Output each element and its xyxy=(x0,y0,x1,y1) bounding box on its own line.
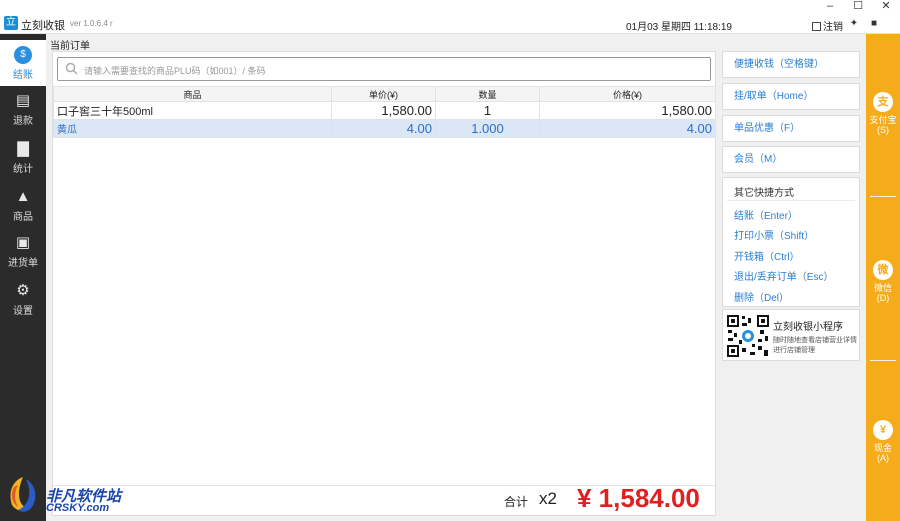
logout-icon xyxy=(812,22,821,31)
cell-product: 口子窖三十年500ml xyxy=(53,101,332,120)
search-placeholder: 请输入需要查找的商品PLU码（如001）/ 条码 xyxy=(84,66,266,76)
column-header-price: 价格(¥) xyxy=(539,86,716,102)
order-panel: 请输入需要查找的商品PLU码（如001）/ 条码 商品 单价(¥) 数量 价格(… xyxy=(52,51,716,516)
table-row[interactable]: 口子窖三十年500ml 1,580.00 1 1,580.00 xyxy=(53,101,716,120)
pin-icon[interactable]: ✦ xyxy=(847,17,861,31)
cell-quantity[interactable]: 1 xyxy=(435,101,540,120)
member-button[interactable]: 会员（M） xyxy=(722,146,860,173)
cell-price: 1,580.00 xyxy=(539,101,716,120)
wechat-pay-button[interactable]: 微 微信 (D) xyxy=(866,260,900,303)
total-amount: ¥ 1,584.00 xyxy=(577,483,700,513)
payment-shortcut: (A) xyxy=(877,453,889,463)
cash-icon: ¥ xyxy=(873,420,893,440)
logout-label: 注销 xyxy=(823,22,843,33)
title-bar: 立 立刻收银 ver 1.0.6.4 r 01月03 星期四 11:18:19 … xyxy=(0,0,900,34)
app-logo-icon: 立 xyxy=(4,16,18,30)
order-table: 商品 单价(¥) 数量 价格(¥) 口子窖三十年500ml 1,580.00 1… xyxy=(53,86,716,138)
app-version: ver 1.0.6.4 r xyxy=(70,19,113,28)
clipboard-icon: ▤ xyxy=(15,92,31,109)
sidebar-item-label: 进货单 xyxy=(8,258,38,269)
watermark: 非凡软件站 CRSKY.com xyxy=(2,470,132,518)
column-header-unit-price: 单价(¥) xyxy=(331,86,436,102)
basket-icon: ▣ xyxy=(15,234,31,251)
maximize-button[interactable]: ☐ xyxy=(848,0,868,14)
sidebar-item-label: 商品 xyxy=(13,212,33,223)
cell-unit-price: 4.00 xyxy=(331,119,436,138)
sidebar: $ 结账 ▤ 退款 ▇ 统计 ▲ 商品 ▣ 进货单 ⚙ 设置 xyxy=(0,34,46,521)
logout-button[interactable]: 注销 xyxy=(812,18,843,33)
table-row[interactable]: 黄瓜 4.00 1.000 4.00 xyxy=(53,119,716,138)
shortcut-checkout[interactable]: 结账（Enter） xyxy=(734,207,798,222)
minimize-button[interactable]: – xyxy=(820,0,840,14)
shortcut-open-drawer[interactable]: 开钱箱（Ctrl） xyxy=(734,248,800,263)
sidebar-item-settings[interactable]: ⚙ 设置 xyxy=(0,276,46,322)
mini-program-title: 立刻收银小程序 xyxy=(773,322,843,333)
column-header-quantity: 数量 xyxy=(435,86,540,102)
alipay-button[interactable]: 支 支付宝 (S) xyxy=(866,92,900,135)
page-title: 当前订单 xyxy=(50,41,90,52)
shortcut-discard-order[interactable]: 退出/丢弃订单（Esc） xyxy=(734,268,833,283)
total-label: 合计 xyxy=(504,495,529,509)
payment-strip: 支 支付宝 (S) 微 微信 (D) ¥ 现金 (A) xyxy=(866,34,900,521)
search-icon xyxy=(65,62,78,75)
cell-unit-price: 1,580.00 xyxy=(331,101,436,120)
mini-program-card[interactable]: 立刻收银小程序 随时随地查看店铺营业详情进行店铺管理 xyxy=(722,309,860,361)
mini-program-description: 随时随地查看店铺营业详情进行店铺管理 xyxy=(773,337,857,354)
divider xyxy=(727,200,855,201)
sidebar-item-products[interactable]: ▲ 商品 xyxy=(0,182,46,228)
order-area: 当前订单 请输入需要查找的商品PLU码（如001）/ 条码 商品 单价(¥) 数… xyxy=(46,34,716,521)
total-quantity: x2 xyxy=(539,489,557,508)
gear-icon: ⚙ xyxy=(16,282,30,299)
payment-shortcut: (D) xyxy=(876,293,890,303)
payment-label: 支付宝 xyxy=(869,115,897,125)
cell-price: 4.00 xyxy=(539,119,716,138)
payment-label: 现金 xyxy=(873,443,892,453)
payment-shortcut: (S) xyxy=(877,125,889,135)
shortcut-delete[interactable]: 删除（Del） xyxy=(734,289,789,304)
bar-chart-icon: ▇ xyxy=(17,140,29,157)
lock-icon[interactable]: ■ xyxy=(867,17,881,31)
watermark-domain: CRSKY.com xyxy=(46,502,110,514)
sidebar-item-checkout[interactable]: $ 结账 xyxy=(0,40,46,86)
column-header-product: 商品 xyxy=(53,86,332,102)
sidebar-item-stats[interactable]: ▇ 统计 xyxy=(0,134,46,180)
watermark-logo-icon xyxy=(10,477,36,512)
payment-label: 微信 xyxy=(873,283,892,293)
shortcut-print-receipt[interactable]: 打印小票（Shift） xyxy=(734,227,814,242)
cell-product: 黄瓜 xyxy=(53,119,332,138)
app-title: 立刻收银 xyxy=(21,20,65,32)
sidebar-item-label: 统计 xyxy=(13,164,33,175)
sidebar-item-label: 设置 xyxy=(13,306,33,317)
table-header: 商品 单价(¥) 数量 价格(¥) xyxy=(53,86,716,102)
wechat-icon: 微 xyxy=(873,260,893,280)
hold-order-button[interactable]: 挂/取单（Home） xyxy=(722,83,860,110)
cell-quantity[interactable]: 1.000 xyxy=(435,119,540,138)
bag-icon: ▲ xyxy=(15,188,31,205)
coin-icon: $ xyxy=(14,46,32,64)
search-input[interactable]: 请输入需要查找的商品PLU码（如001）/ 条码 xyxy=(57,57,711,81)
sidebar-item-purchase[interactable]: ▣ 进货单 xyxy=(0,228,46,274)
cash-button[interactable]: ¥ 现金 (A) xyxy=(866,420,900,463)
sidebar-item-label: 退款 xyxy=(13,116,33,127)
close-button[interactable]: ✕ xyxy=(876,0,896,14)
quick-pay-button[interactable]: 便捷收钱（空格键） xyxy=(722,51,860,78)
divider xyxy=(870,196,896,197)
datetime-display: 01月03 星期四 11:18:19 xyxy=(626,22,732,33)
qr-code-icon xyxy=(726,314,770,358)
quick-shortcuts: 其它快捷方式 结账（Enter） 打印小票（Shift） 开钱箱（Ctrl） 退… xyxy=(722,177,860,307)
sidebar-item-refund[interactable]: ▤ 退款 xyxy=(0,86,46,132)
divider xyxy=(870,360,896,361)
quick-shortcuts-title: 其它快捷方式 xyxy=(734,188,794,199)
item-discount-button[interactable]: 单品优惠（F） xyxy=(722,115,860,142)
alipay-icon: 支 xyxy=(873,92,893,112)
sidebar-item-label: 结账 xyxy=(13,70,33,81)
